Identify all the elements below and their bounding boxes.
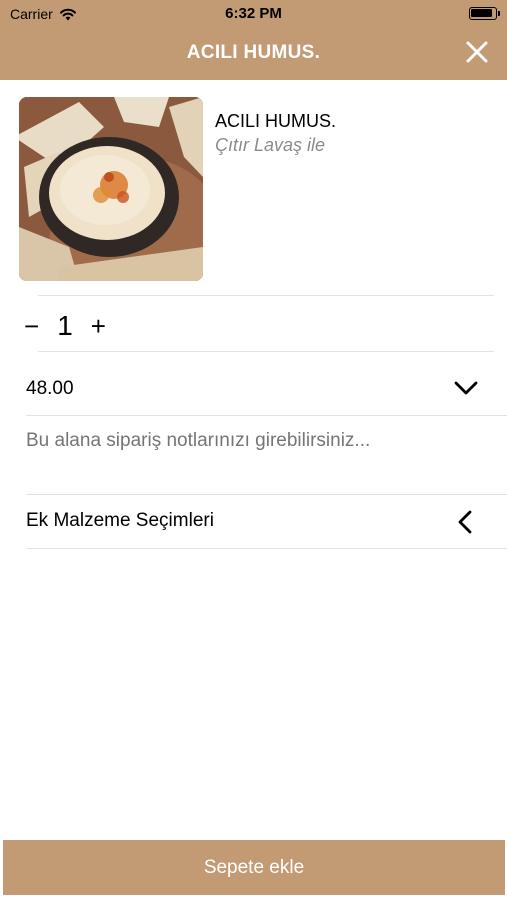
divider <box>26 415 507 416</box>
quantity-stepper: − 1 + <box>24 306 106 346</box>
price-value: 48.00 <box>26 378 74 399</box>
status-time: 6:32 PM <box>225 5 282 22</box>
hummus-dish-photo <box>19 97 203 281</box>
divider <box>38 351 494 352</box>
increase-quantity-button[interactable]: + <box>91 313 106 339</box>
navigation-header: Carrier 6:32 PM ACILI HUMUS. <box>0 0 507 80</box>
extra-ingredients-label: Ek Malzeme Seçimleri <box>26 510 214 531</box>
divider <box>38 295 494 296</box>
product-description: Çıtır Lavaş ile <box>215 135 326 155</box>
battery-icon <box>469 7 500 20</box>
price-selector[interactable]: 48.00 <box>0 363 507 415</box>
page-title: ACILI HUMUS. <box>186 42 321 63</box>
extra-ingredients-row[interactable]: Ek Malzeme Seçimleri <box>0 494 507 548</box>
chevron-down-icon[interactable] <box>453 379 479 397</box>
status-bar: Carrier 6:32 PM <box>0 0 507 28</box>
divider <box>26 548 507 549</box>
chevron-left-icon[interactable] <box>457 509 473 535</box>
product-image <box>19 97 203 281</box>
decrease-quantity-button[interactable]: − <box>24 313 39 339</box>
quantity-value: 1 <box>57 310 73 341</box>
product-name: ACILI HUMUS. <box>215 111 337 131</box>
order-notes-input[interactable] <box>26 430 486 452</box>
close-icon[interactable] <box>465 40 489 64</box>
add-to-cart-button[interactable]: Sepete ekle <box>3 840 505 895</box>
